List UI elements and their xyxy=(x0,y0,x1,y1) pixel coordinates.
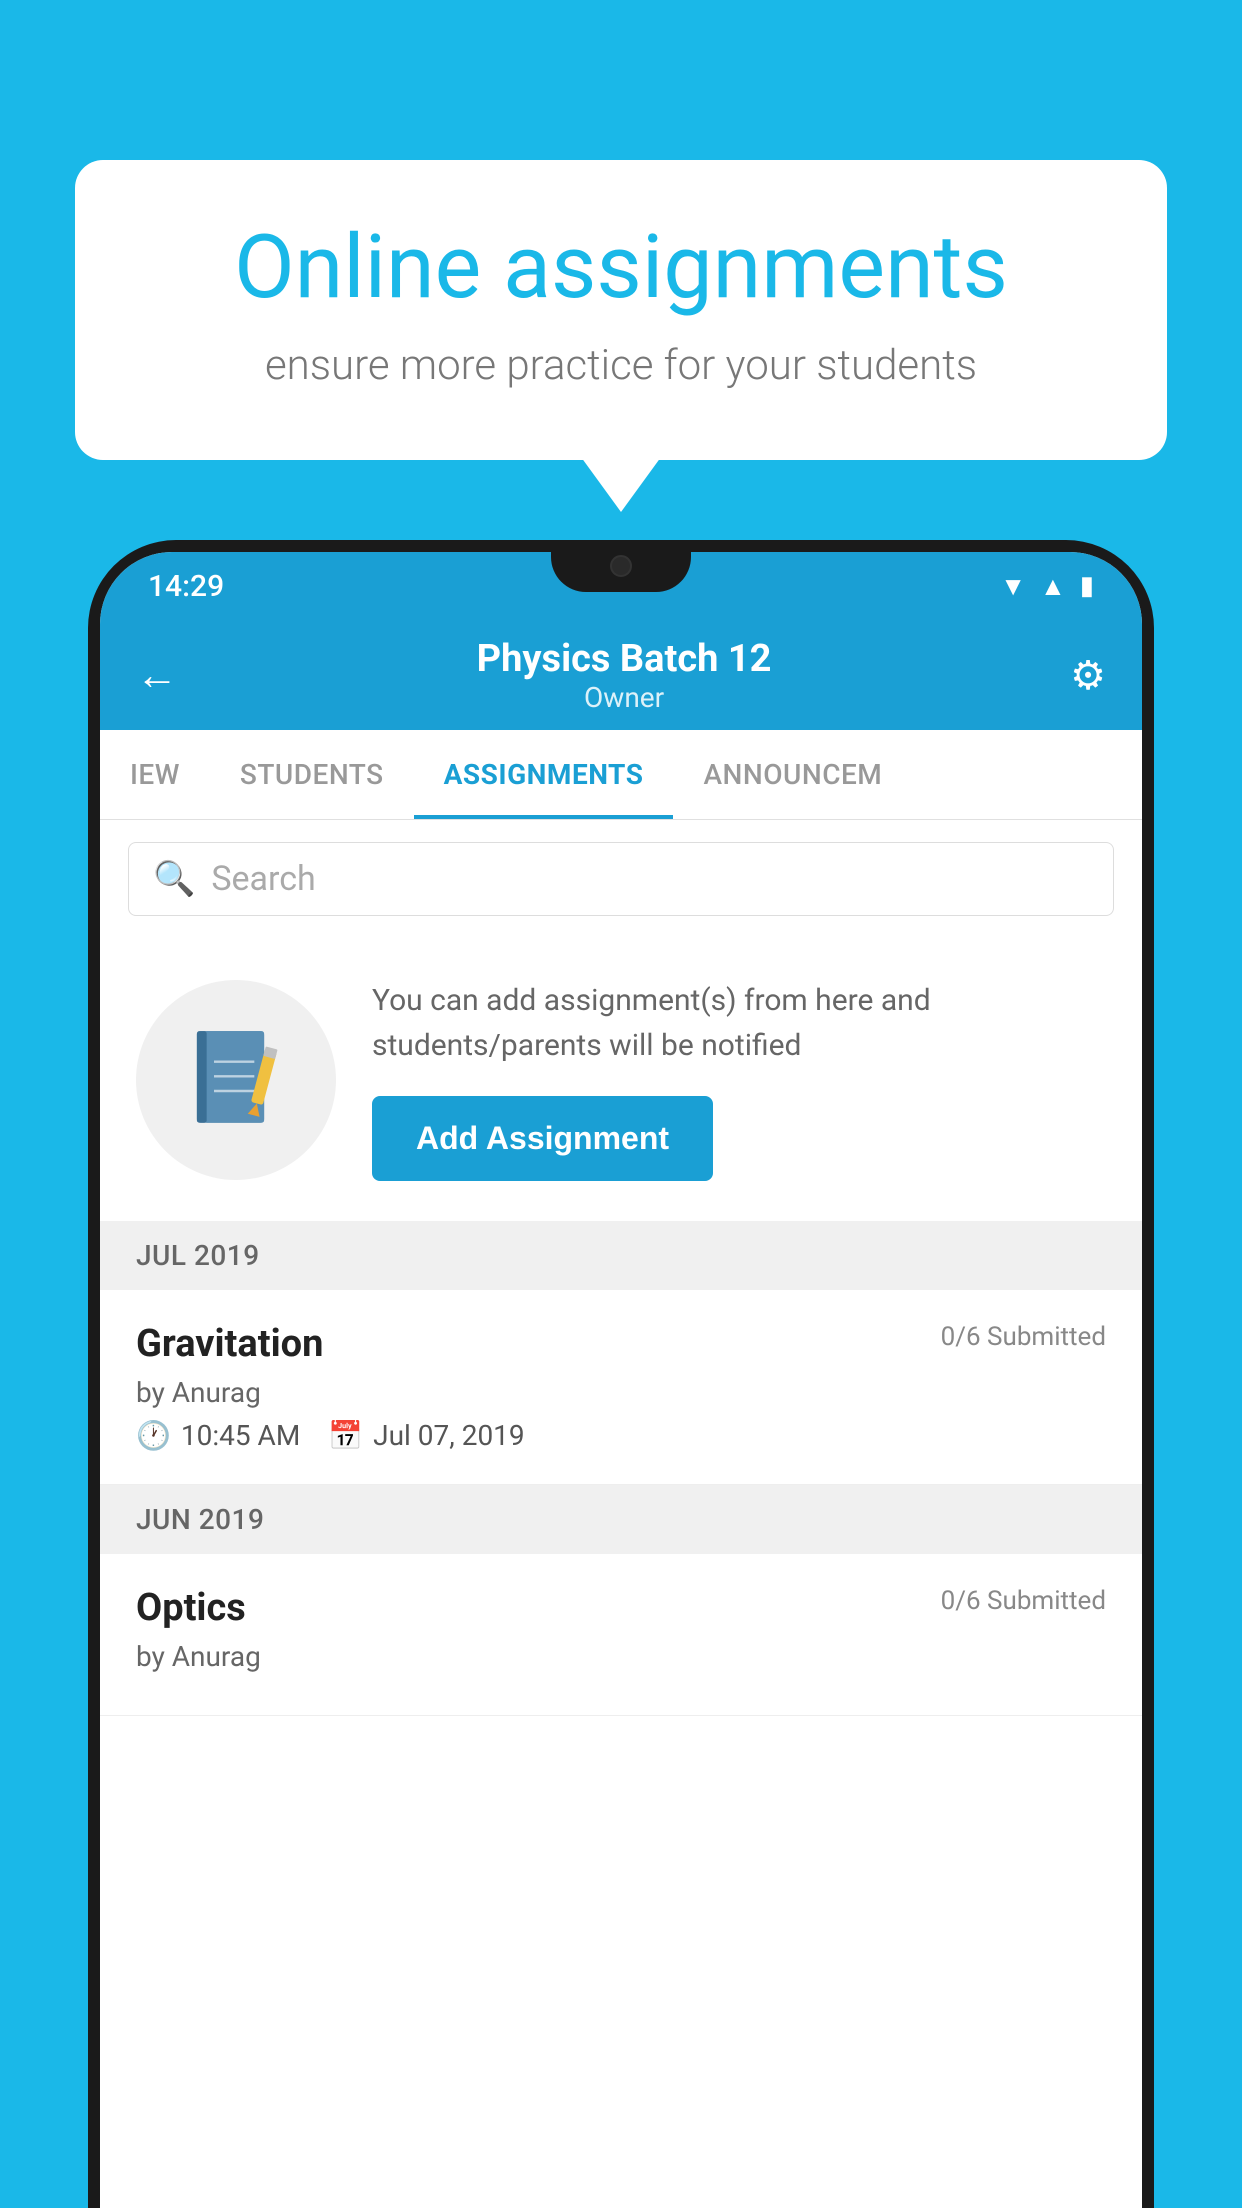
phone-screen: 14:29 ▼ ▲ ▮ ← Physics Batch 12 Owner ⚙ I… xyxy=(100,552,1142,2208)
section-header-jun: JUN 2019 xyxy=(100,1485,1142,1554)
add-assignment-right: You can add assignment(s) from here and … xyxy=(372,978,1106,1181)
bubble-subtitle: ensure more practice for your students xyxy=(145,341,1097,390)
add-assignment-button[interactable]: Add Assignment xyxy=(372,1096,713,1181)
assignment-item-optics[interactable]: Optics 0/6 Submitted by Anurag xyxy=(100,1554,1142,1716)
assignment-top-row: Gravitation 0/6 Submitted xyxy=(136,1322,1106,1366)
tabs-bar: IEW STUDENTS ASSIGNMENTS ANNOUNCEM xyxy=(100,730,1142,820)
front-camera xyxy=(610,555,632,577)
tab-assignments[interactable]: ASSIGNMENTS xyxy=(414,730,674,819)
header-subtitle: Owner xyxy=(477,681,772,714)
assignment-by-optics: by Anurag xyxy=(136,1640,1106,1673)
header-title: Physics Batch 12 xyxy=(477,637,772,681)
promo-bubble: Online assignments ensure more practice … xyxy=(75,160,1167,460)
tab-announcements[interactable]: ANNOUNCEM xyxy=(673,730,912,819)
app-header: ← Physics Batch 12 Owner ⚙ xyxy=(100,620,1142,730)
tab-iew[interactable]: IEW xyxy=(100,730,210,819)
assignment-name-optics: Optics xyxy=(136,1586,246,1630)
status-icons: ▼ ▲ ▮ xyxy=(1000,571,1094,602)
clock-icon: 🕐 xyxy=(136,1419,171,1452)
assignment-name-gravitation: Gravitation xyxy=(136,1322,323,1366)
phone-container: 14:29 ▼ ▲ ▮ ← Physics Batch 12 Owner ⚙ I… xyxy=(88,540,1154,2208)
add-assignment-description: You can add assignment(s) from here and … xyxy=(372,978,1106,1068)
status-time: 14:29 xyxy=(148,569,224,604)
search-icon: 🔍 xyxy=(153,859,195,899)
notch xyxy=(551,540,691,592)
assignment-by-gravitation: by Anurag xyxy=(136,1376,1106,1409)
assignment-date: Jul 07, 2019 xyxy=(373,1419,525,1452)
back-button[interactable]: ← xyxy=(136,651,178,700)
speech-bubble: Online assignments ensure more practice … xyxy=(75,160,1167,460)
add-assignment-section: You can add assignment(s) from here and … xyxy=(100,938,1142,1221)
wifi-icon: ▼ xyxy=(1000,571,1026,602)
submitted-badge-gravitation: 0/6 Submitted xyxy=(941,1322,1106,1352)
settings-button[interactable]: ⚙ xyxy=(1070,652,1106,699)
signal-icon: ▲ xyxy=(1040,571,1066,602)
search-placeholder: Search xyxy=(211,859,315,899)
search-container: 🔍 Search xyxy=(100,820,1142,938)
submitted-badge-optics: 0/6 Submitted xyxy=(941,1586,1106,1616)
assignment-meta-gravitation: 🕐 10:45 AM 📅 Jul 07, 2019 xyxy=(136,1419,1106,1452)
battery-icon: ▮ xyxy=(1080,571,1094,601)
date-meta: 📅 Jul 07, 2019 xyxy=(328,1419,524,1452)
assignment-time: 10:45 AM xyxy=(181,1419,300,1452)
notebook-icon xyxy=(186,1025,286,1135)
phone-frame: 14:29 ▼ ▲ ▮ ← Physics Batch 12 Owner ⚙ I… xyxy=(88,540,1154,2208)
bubble-title: Online assignments xyxy=(145,220,1097,317)
search-input-wrap[interactable]: 🔍 Search xyxy=(128,842,1114,916)
calendar-icon: 📅 xyxy=(328,1419,363,1452)
time-meta: 🕐 10:45 AM xyxy=(136,1419,300,1452)
assignment-item-gravitation[interactable]: Gravitation 0/6 Submitted by Anurag 🕐 10… xyxy=(100,1290,1142,1485)
header-center: Physics Batch 12 Owner xyxy=(477,637,772,714)
assignment-top-row-optics: Optics 0/6 Submitted xyxy=(136,1586,1106,1630)
tab-students[interactable]: STUDENTS xyxy=(210,730,414,819)
notebook-icon-wrap xyxy=(136,980,336,1180)
section-header-jul: JUL 2019 xyxy=(100,1221,1142,1290)
